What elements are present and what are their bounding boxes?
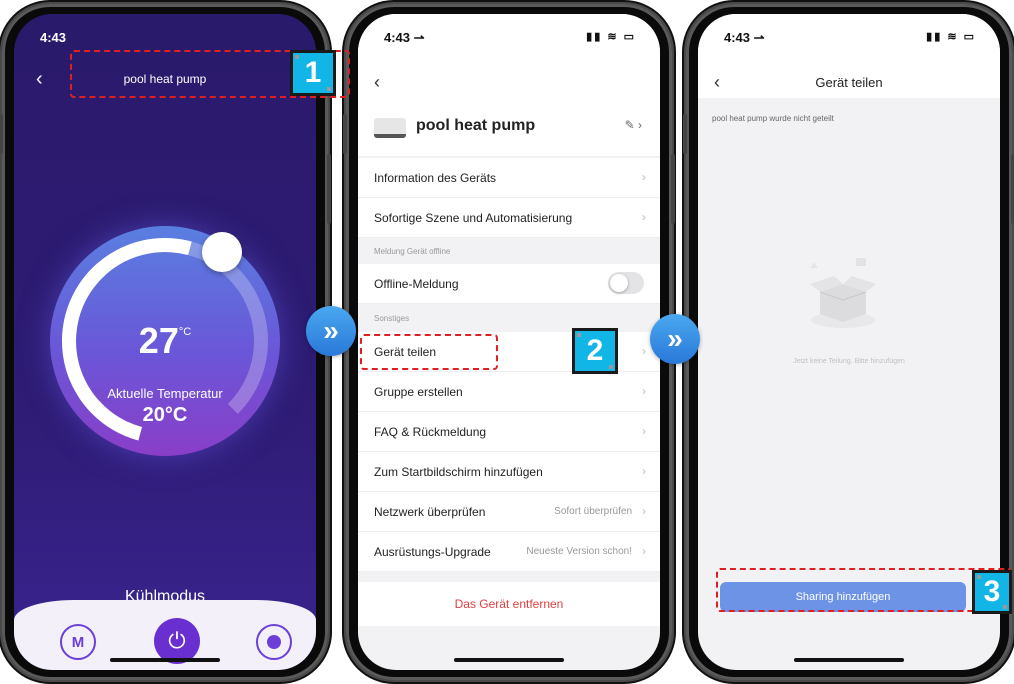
chevron-right-icon: › <box>642 170 646 184</box>
offline-toggle[interactable] <box>608 272 644 294</box>
highlight-share-row <box>360 334 498 370</box>
row-firmware-upgrade[interactable]: Ausrüstungs-Upgrade Neueste Version scho… <box>358 532 660 572</box>
status-time: 4:43 ⇀ <box>384 30 425 45</box>
status-icons: ▮▮ ≋ ▭ <box>926 31 976 43</box>
set-temperature: 27°C <box>14 320 316 362</box>
device-icon <box>374 118 406 138</box>
row-add-home-screen[interactable]: Zum Startbildschirm hinzufügen › <box>358 452 660 492</box>
chevron-right-icon: › <box>642 464 646 478</box>
next-step-arrow-icon: » <box>650 314 700 364</box>
set-temperature-unit: °C <box>178 326 192 338</box>
row-label: Gruppe erstellen <box>374 385 463 399</box>
device-control-screen: 4:43 ‹ pool heat pump 27°C Aktuelle Temp… <box>14 14 316 670</box>
status-icons: ▮▮ ≋ ▭ <box>586 31 636 43</box>
row-label: Offline-Meldung <box>374 277 459 291</box>
current-temperature-value: 20°C <box>142 404 188 426</box>
power-icon: ⏻ <box>168 628 186 653</box>
row-label: FAQ & Rückmeldung <box>374 425 487 439</box>
share-status-note: pool heat pump wurde nicht geteilt <box>712 114 834 123</box>
clock-icon <box>267 635 281 649</box>
step-badge-2: 2 <box>572 328 618 374</box>
dial-knob[interactable] <box>202 232 242 272</box>
back-icon[interactable]: ‹ <box>374 72 380 93</box>
row-create-group[interactable]: Gruppe erstellen › <box>358 372 660 412</box>
status-time: 4:43 ⇀ <box>724 30 765 45</box>
status-bar: 4:43 ⇀ ▮▮ ≋ ▭ <box>358 14 660 54</box>
page-title: Gerät teilen <box>815 75 883 90</box>
row-value: Sofort überprüfen <box>554 506 632 517</box>
section-other: Sonstiges <box>374 314 410 323</box>
home-indicator[interactable] <box>794 658 904 662</box>
row-scene-automation[interactable]: Sofortige Szene und Automatisierung › <box>358 198 660 238</box>
chevron-right-icon: › <box>642 210 646 224</box>
empty-state-text: Jetzt keine Teilung. Bitte hinzufügen <box>793 358 905 365</box>
step-badge-1: 1 <box>290 50 336 96</box>
row-label: Sofortige Szene und Automatisierung <box>374 211 573 225</box>
remove-device-button[interactable]: Das Gerät entfernen <box>358 582 660 626</box>
row-faq-feedback[interactable]: FAQ & Rückmeldung › <box>358 412 660 452</box>
chevron-right-icon: › <box>642 344 646 358</box>
status-time: 4:43 <box>40 30 67 45</box>
status-bar: 4:43 ⇀ ▮▮ ≋ ▭ <box>698 14 1000 54</box>
mode-button[interactable]: M <box>60 624 96 660</box>
section-offline: Meldung Gerät offline <box>374 247 451 256</box>
current-temperature-label: Aktuelle Temperatur <box>107 386 223 401</box>
empty-box-icon <box>810 258 876 328</box>
row-label: Zum Startbildschirm hinzufügen <box>374 465 543 479</box>
row-offline-notice: Offline-Meldung <box>358 264 660 304</box>
row-check-network[interactable]: Netzwerk überprüfen Sofort überprüfen › <box>358 492 660 532</box>
row-label: Ausrüstungs-Upgrade <box>374 545 491 559</box>
chevron-right-icon: › <box>642 424 646 438</box>
row-device-info[interactable]: Information des Geräts › <box>358 158 660 198</box>
chevron-right-icon: › <box>642 544 646 558</box>
phone-device-control: 4:43 ‹ pool heat pump 27°C Aktuelle Temp… <box>0 4 331 680</box>
home-indicator[interactable] <box>454 658 564 662</box>
device-name: pool heat pump <box>416 117 536 134</box>
step-badge-3: 3 <box>972 570 1012 614</box>
row-label: Netzwerk überprüfen <box>374 505 486 519</box>
highlight-share-button <box>716 568 1012 612</box>
home-indicator[interactable] <box>110 658 220 662</box>
next-step-arrow-icon: » <box>306 306 356 356</box>
status-bar: 4:43 <box>14 14 316 54</box>
chevron-right-icon: › <box>642 504 646 518</box>
row-label: Information des Geräts <box>374 171 497 185</box>
edit-icon[interactable]: ✎ › <box>625 118 642 132</box>
row-value: Neueste Version schon! <box>526 546 632 557</box>
timer-button[interactable] <box>256 624 292 660</box>
chevron-right-icon: › <box>642 384 646 398</box>
set-temperature-value: 27 <box>138 320 179 361</box>
